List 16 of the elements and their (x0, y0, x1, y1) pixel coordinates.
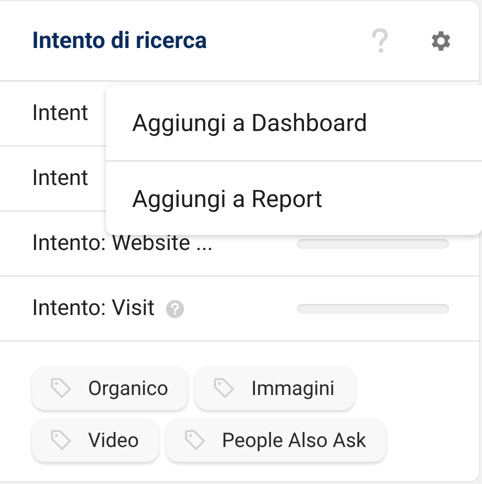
tag-icon (50, 377, 72, 399)
tag-icon (50, 429, 72, 451)
menu-item[interactable]: Aggiungi a Dashboard (106, 85, 482, 160)
row-label: Intento: Visit (32, 296, 155, 321)
tag-chip[interactable]: People Also Ask (166, 418, 386, 462)
tag-icon (184, 429, 206, 451)
help-icon[interactable] (164, 298, 185, 318)
menu-item[interactable]: Aggiungi a Report (106, 160, 482, 235)
row-label: Intent (32, 101, 88, 126)
tag-chip[interactable]: Immagini (195, 366, 355, 410)
tag-icon (213, 377, 236, 399)
help-icon[interactable] (371, 28, 389, 54)
row-label: Intent (32, 166, 88, 191)
card-title: Intento di ricerca (32, 27, 208, 54)
tag-chip[interactable]: Video (32, 418, 159, 462)
tag-chip[interactable]: Organico (32, 366, 188, 410)
